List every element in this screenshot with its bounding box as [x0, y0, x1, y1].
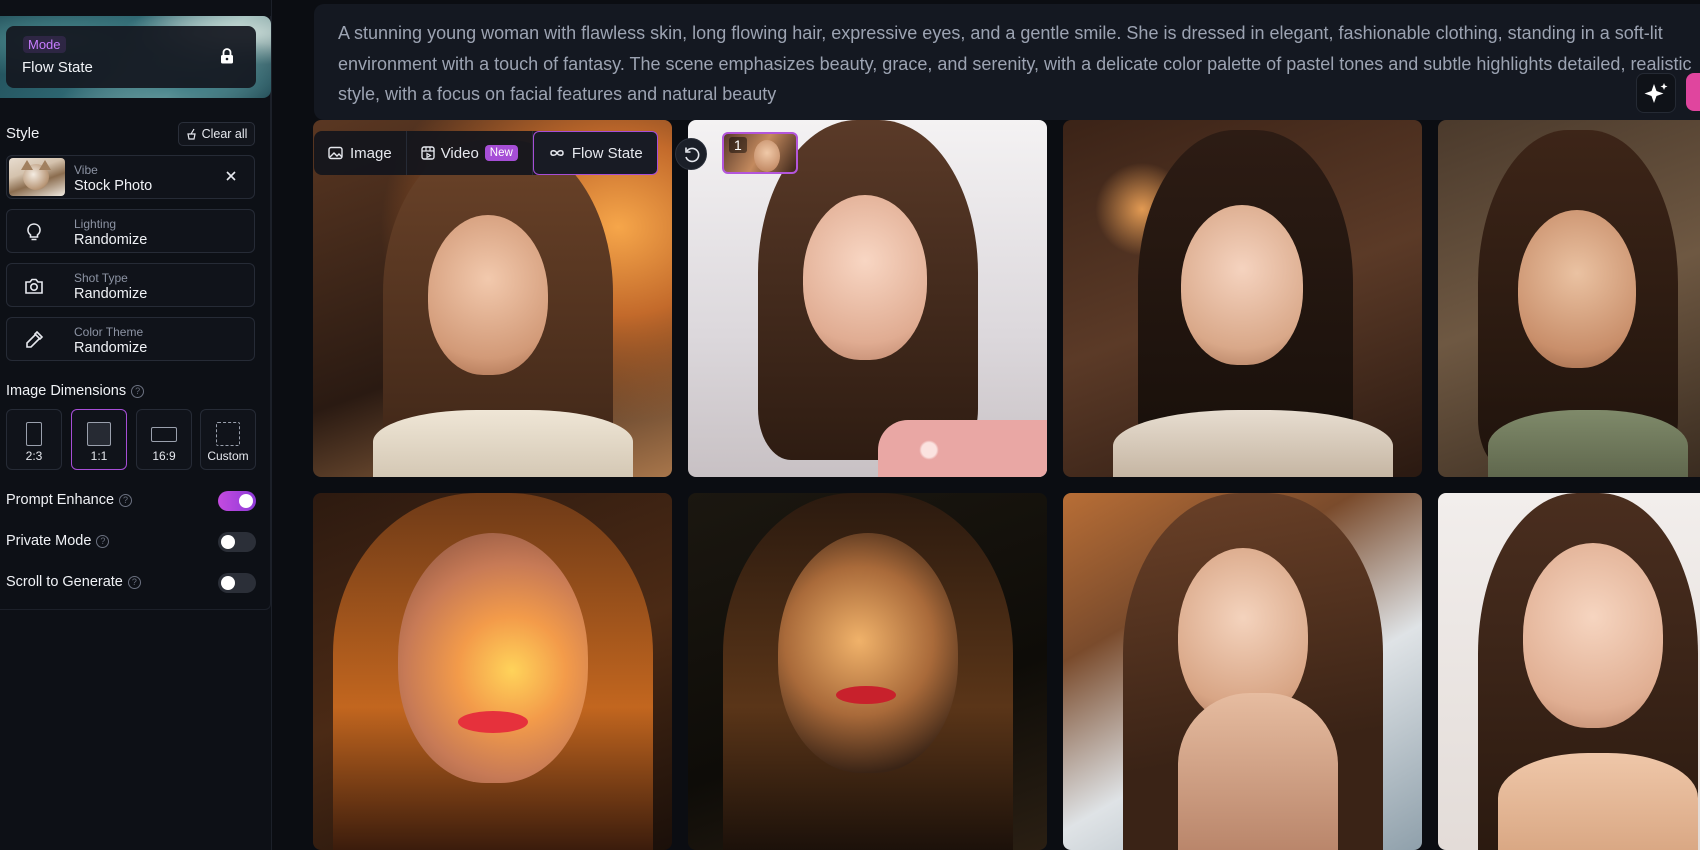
vibe-thumbnail — [9, 158, 65, 196]
lighting-label: Lighting — [74, 217, 117, 231]
square-shape-icon — [87, 422, 111, 446]
mode-card[interactable]: Mode Flow State — [6, 26, 256, 88]
mode-label: Mode — [23, 36, 66, 53]
dimension-label: 1:1 — [90, 449, 108, 463]
lock-icon — [221, 48, 233, 64]
prompt-enhance-label: Prompt Enhance — [6, 492, 115, 508]
sidebar: Mode Flow State Style Clear all Vibe Sto… — [0, 0, 272, 850]
mode-value: Flow State — [22, 59, 93, 76]
style-title: Style — [6, 125, 40, 142]
private-mode-toggle[interactable] — [218, 532, 256, 552]
color-theme-value: Randomize — [74, 340, 148, 356]
image-icon — [328, 146, 343, 160]
dimension-label: 16:9 — [152, 449, 176, 463]
undo-button[interactable] — [675, 138, 707, 170]
camera-icon — [25, 278, 43, 294]
prompt-enhance-row: Prompt Enhance? — [6, 489, 256, 513]
queue-count: 1 — [729, 137, 747, 153]
help-icon[interactable]: ? — [96, 534, 110, 548]
queue-face — [754, 140, 780, 172]
enhance-button[interactable] — [1636, 73, 1676, 113]
queue-thumbnail[interactable]: 1 — [722, 132, 798, 174]
custom-shape-icon — [216, 422, 240, 446]
vibe-option[interactable]: Vibe Stock Photo — [6, 155, 255, 199]
toggle-knob — [221, 576, 235, 590]
shot-type-label: Shot Type — [74, 271, 128, 285]
dimension-1-1[interactable]: 1:1 — [71, 409, 127, 470]
scroll-to-generate-label: Scroll to Generate — [6, 574, 123, 590]
help-icon[interactable]: ? — [131, 384, 145, 398]
shot-type-value: Randomize — [74, 286, 148, 302]
toggle-knob — [239, 494, 253, 508]
lightbulb-icon — [27, 223, 41, 241]
undo-icon — [685, 147, 700, 163]
private-mode-label: Private Mode — [6, 533, 92, 549]
color-theme-option[interactable]: Color Theme Randomize — [6, 317, 255, 361]
scroll-to-generate-title: Scroll to Generate? — [6, 574, 141, 590]
vibe-label: Vibe — [74, 163, 98, 177]
tab-video[interactable]: Video New — [407, 131, 533, 175]
broom-icon — [186, 128, 196, 140]
video-icon — [421, 146, 435, 160]
settings-panel — [0, 16, 271, 610]
dimension-label: 2:3 — [25, 449, 43, 463]
new-badge: New — [484, 145, 518, 161]
prompt-box[interactable]: A stunning young woman with flawless ski… — [314, 4, 1700, 120]
generated-image[interactable] — [688, 493, 1047, 850]
dropper-icon — [26, 330, 44, 348]
landscape-shape-icon — [151, 427, 177, 442]
mode-tabs: Image Video New Flow State — [314, 131, 658, 175]
help-icon[interactable]: ? — [127, 575, 141, 589]
close-icon[interactable] — [224, 169, 238, 183]
image-dimensions-title: Image Dimensions? — [6, 383, 145, 399]
generated-image[interactable] — [1438, 493, 1700, 850]
vibe-value: Stock Photo — [74, 178, 153, 194]
dimension-custom[interactable]: Custom — [200, 409, 256, 470]
prompt-enhance-toggle[interactable] — [218, 491, 256, 511]
image-dimensions-label: Image Dimensions — [6, 383, 127, 399]
private-mode-title: Private Mode? — [6, 533, 110, 549]
generated-image[interactable] — [313, 493, 672, 850]
scroll-to-generate-row: Scroll to Generate? — [6, 571, 256, 595]
scroll-to-generate-toggle[interactable] — [218, 573, 256, 593]
clear-all-label: Clear all — [201, 127, 248, 141]
mode-banner[interactable]: Mode Flow State — [0, 16, 271, 98]
generated-image[interactable] — [1063, 120, 1422, 477]
help-icon[interactable]: ? — [119, 493, 133, 507]
private-mode-row: Private Mode? — [6, 530, 256, 554]
tab-video-label: Video — [440, 144, 479, 162]
portrait-shape-icon — [26, 422, 42, 446]
generate-button[interactable] — [1686, 73, 1700, 111]
prompt-text[interactable]: A stunning young woman with flawless ski… — [338, 18, 1700, 110]
toggle-knob — [221, 535, 235, 549]
sparkle-icon — [1644, 83, 1668, 103]
tab-image-label: Image — [350, 144, 392, 162]
clear-all-button[interactable]: Clear all — [178, 122, 255, 146]
tab-flow-state-label: Flow State — [571, 144, 643, 162]
generated-image[interactable] — [1063, 493, 1422, 850]
tab-flow-state[interactable]: Flow State — [532, 131, 658, 175]
lighting-option[interactable]: Lighting Randomize — [6, 209, 255, 253]
dimension-2-3[interactable]: 2:3 — [6, 409, 62, 470]
prompt-enhance-title: Prompt Enhance? — [6, 492, 133, 508]
infinity-icon — [550, 150, 564, 156]
lighting-value: Randomize — [74, 232, 148, 248]
dimension-16-9[interactable]: 16:9 — [136, 409, 192, 470]
shot-type-option[interactable]: Shot Type Randomize — [6, 263, 255, 307]
dimension-label: Custom — [207, 449, 249, 463]
generated-image[interactable] — [1438, 120, 1700, 477]
tab-image[interactable]: Image — [314, 131, 407, 175]
color-theme-label: Color Theme — [74, 325, 144, 339]
